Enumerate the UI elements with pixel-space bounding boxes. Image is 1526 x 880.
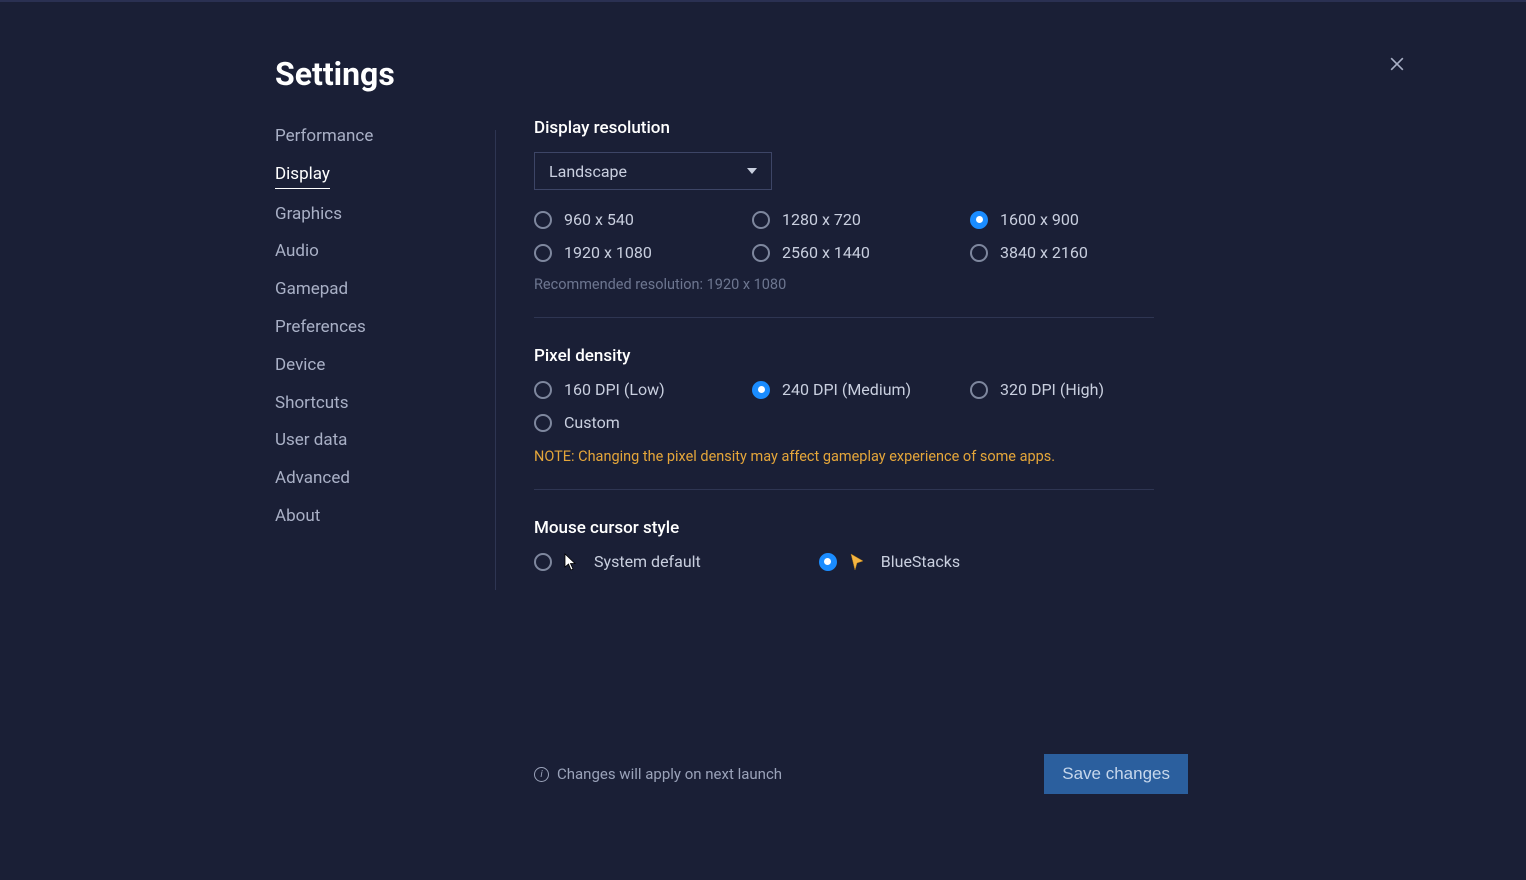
sidebar-divider xyxy=(495,130,496,590)
footer-note-text: Changes will apply on next launch xyxy=(557,765,782,783)
dpi-option-160[interactable]: 160 DPI (Low) xyxy=(534,380,752,399)
radio-button-icon xyxy=(752,244,770,262)
radio-button-icon xyxy=(752,381,770,399)
sidebar-item-advanced[interactable]: Advanced xyxy=(275,467,350,491)
section-display-resolution: Display resolution Landscape 960 x 540 1… xyxy=(534,118,1174,318)
pixel-density-note: NOTE: Changing the pixel density may aff… xyxy=(534,448,1174,465)
orientation-dropdown[interactable]: Landscape xyxy=(534,152,772,190)
radio-button-icon xyxy=(819,553,837,571)
sidebar-item-shortcuts[interactable]: Shortcuts xyxy=(275,392,349,416)
sidebar-item-preferences[interactable]: Preferences xyxy=(275,316,366,340)
page-title: Settings xyxy=(275,55,395,93)
radio-label: 1600 x 900 xyxy=(1000,210,1079,229)
info-icon: i xyxy=(534,767,549,782)
radio-label: BlueStacks xyxy=(881,552,960,571)
cursor-style-options: System default BlueStacks xyxy=(534,552,1174,571)
radio-label: 1280 x 720 xyxy=(782,210,861,229)
radio-button-icon xyxy=(752,211,770,229)
resolution-options: 960 x 540 1280 x 720 1600 x 900 1920 x 1… xyxy=(534,210,1174,262)
settings-content: Display resolution Landscape 960 x 540 1… xyxy=(534,118,1174,599)
radio-button-icon xyxy=(534,244,552,262)
settings-sidebar: Performance Display Graphics Audio Gamep… xyxy=(275,125,495,529)
sidebar-item-device[interactable]: Device xyxy=(275,354,325,378)
sidebar-item-label: Performance xyxy=(275,126,373,146)
radio-button-icon xyxy=(970,244,988,262)
sidebar-item-label: Gamepad xyxy=(275,279,348,299)
sidebar-item-graphics[interactable]: Graphics xyxy=(275,203,342,227)
sidebar-item-label: Audio xyxy=(275,241,319,261)
pixel-density-options: 160 DPI (Low) 240 DPI (Medium) 320 DPI (… xyxy=(534,380,1174,432)
radio-button-icon xyxy=(534,381,552,399)
sidebar-item-label: User data xyxy=(275,430,347,450)
section-divider xyxy=(534,317,1154,318)
recommended-resolution-text: Recommended resolution: 1920 x 1080 xyxy=(534,276,1174,293)
orientation-selected-value: Landscape xyxy=(549,162,627,181)
radio-button-icon xyxy=(534,553,552,571)
sidebar-item-label: Advanced xyxy=(275,468,350,488)
sidebar-item-display[interactable]: Display xyxy=(275,163,330,189)
chevron-down-icon xyxy=(747,168,757,174)
section-pixel-density: Pixel density 160 DPI (Low) 240 DPI (Med… xyxy=(534,346,1174,490)
radio-label: Custom xyxy=(564,413,620,432)
sidebar-item-label: Device xyxy=(275,355,325,375)
sidebar-item-audio[interactable]: Audio xyxy=(275,240,319,264)
radio-label: System default xyxy=(594,552,701,571)
resolution-option-1280x720[interactable]: 1280 x 720 xyxy=(752,210,970,229)
sidebar-item-label: Preferences xyxy=(275,317,366,337)
radio-button-icon xyxy=(534,211,552,229)
radio-button-icon xyxy=(970,211,988,229)
bluestacks-cursor-icon xyxy=(849,553,865,571)
sidebar-item-user-data[interactable]: User data xyxy=(275,429,347,453)
resolution-option-3840x2160[interactable]: 3840 x 2160 xyxy=(970,243,1188,262)
radio-label: 240 DPI (Medium) xyxy=(782,380,911,399)
close-button[interactable] xyxy=(1385,52,1409,76)
sidebar-item-label: Display xyxy=(275,164,330,184)
resolution-option-1920x1080[interactable]: 1920 x 1080 xyxy=(534,243,752,262)
section-divider xyxy=(534,489,1154,490)
resolution-option-2560x1440[interactable]: 2560 x 1440 xyxy=(752,243,970,262)
section-title-cursor: Mouse cursor style xyxy=(534,518,1174,538)
sidebar-item-gamepad[interactable]: Gamepad xyxy=(275,278,348,302)
sidebar-item-label: Shortcuts xyxy=(275,393,349,413)
close-icon xyxy=(1387,54,1407,74)
section-title-resolution: Display resolution xyxy=(534,118,1174,138)
system-cursor-icon xyxy=(564,553,578,571)
dpi-option-320[interactable]: 320 DPI (High) xyxy=(970,380,1188,399)
section-mouse-cursor: Mouse cursor style System default BlueSt… xyxy=(534,518,1174,571)
resolution-option-1600x900[interactable]: 1600 x 900 xyxy=(970,210,1188,229)
radio-label: 960 x 540 xyxy=(564,210,634,229)
radio-label: 3840 x 2160 xyxy=(1000,243,1088,262)
radio-label: 320 DPI (High) xyxy=(1000,380,1104,399)
sidebar-item-about[interactable]: About xyxy=(275,505,320,529)
dpi-option-custom[interactable]: Custom xyxy=(534,413,752,432)
top-edge-strip xyxy=(0,0,1526,2)
cursor-option-system-default[interactable]: System default xyxy=(534,552,701,571)
sidebar-item-label: About xyxy=(275,506,320,526)
sidebar-item-label: Graphics xyxy=(275,204,342,224)
radio-label: 2560 x 1440 xyxy=(782,243,870,262)
settings-footer: i Changes will apply on next launch Save… xyxy=(534,754,1188,794)
section-title-pixel-density: Pixel density xyxy=(534,346,1174,366)
footer-note: i Changes will apply on next launch xyxy=(534,765,782,783)
radio-button-icon xyxy=(534,414,552,432)
radio-button-icon xyxy=(970,381,988,399)
radio-label: 1920 x 1080 xyxy=(564,243,652,262)
save-changes-button[interactable]: Save changes xyxy=(1044,754,1188,794)
cursor-option-bluestacks[interactable]: BlueStacks xyxy=(819,552,960,571)
sidebar-item-performance[interactable]: Performance xyxy=(275,125,373,149)
resolution-option-960x540[interactable]: 960 x 540 xyxy=(534,210,752,229)
dpi-option-240[interactable]: 240 DPI (Medium) xyxy=(752,380,970,399)
radio-label: 160 DPI (Low) xyxy=(564,380,665,399)
